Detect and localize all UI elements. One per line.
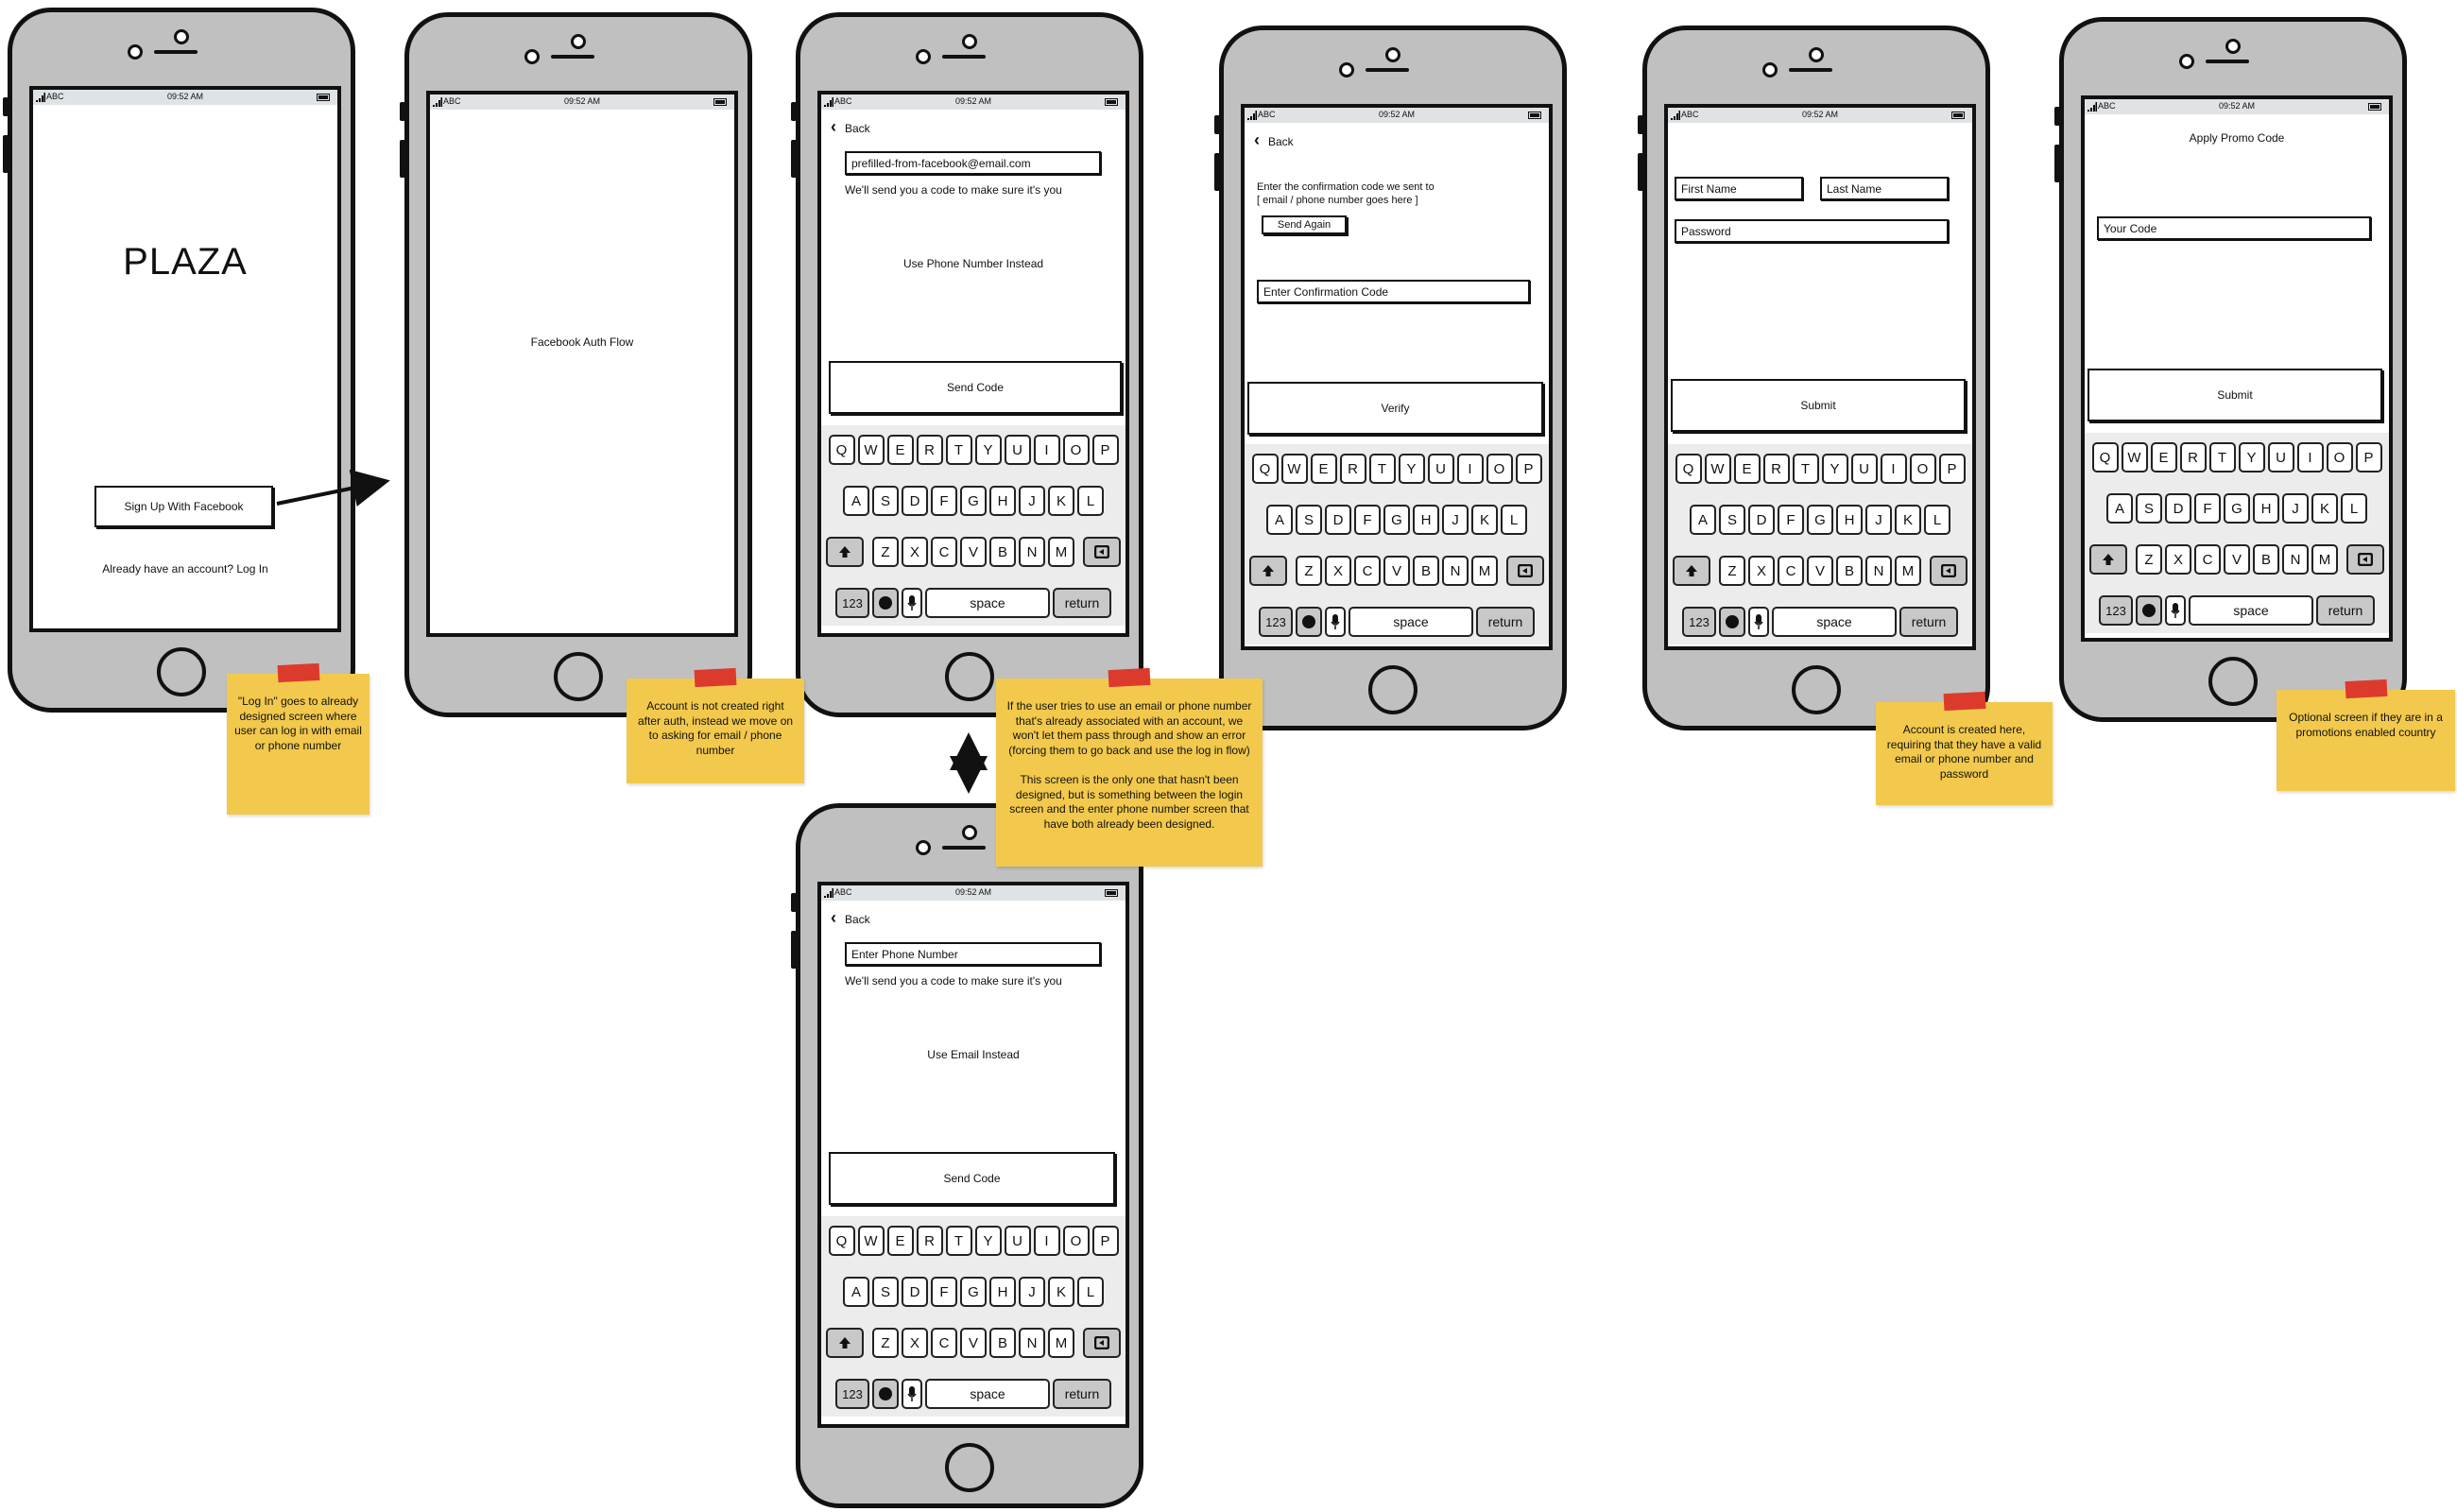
flow-arrows (276, 469, 988, 794)
arrow-to-facebook-auth (276, 469, 390, 507)
